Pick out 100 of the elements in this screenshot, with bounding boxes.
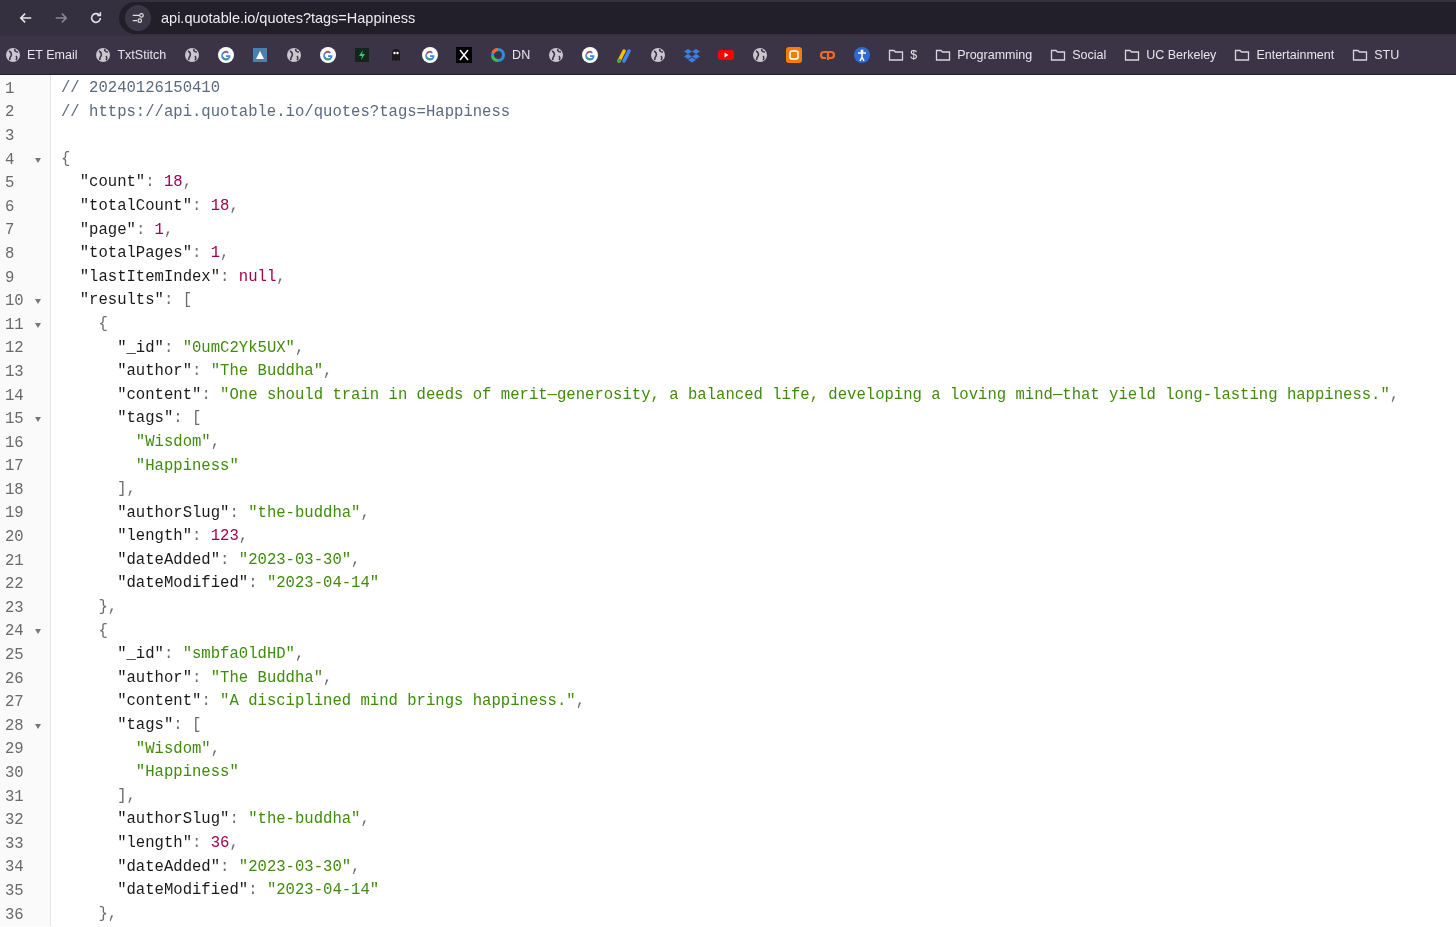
- line-number: 3: [5, 127, 15, 145]
- line-number: 30: [5, 764, 24, 782]
- video-play-icon: [718, 47, 735, 63]
- json-key: "dateModified": [61, 574, 249, 593]
- google-icon: [582, 47, 599, 63]
- folder-icon: [1050, 47, 1067, 63]
- bookmark-folder[interactable]: Social: [1050, 47, 1116, 63]
- json-punctuation: ,: [323, 668, 333, 687]
- json-punctuation: :: [248, 881, 259, 900]
- json-punctuation: :: [135, 220, 147, 239]
- reload-icon[interactable]: [88, 11, 103, 25]
- line-number: 25: [5, 646, 24, 665]
- url-text[interactable]: api.quotable.io/quotes?tags=Happiness: [161, 10, 416, 26]
- blogger-icon: [786, 47, 803, 63]
- bookmark[interactable]: TxtStitch: [95, 47, 176, 63]
- address-bar[interactable]: api.quotable.io/quotes?tags=Happiness: [119, 2, 1456, 34]
- line-number: 15: [5, 410, 24, 429]
- json-punctuation: :: [248, 574, 259, 593]
- json-key: "length": [61, 527, 192, 546]
- json-punctuation: ],: [116, 786, 136, 805]
- json-key: "authorSlug": [61, 810, 230, 829]
- json-key: "content": [61, 692, 202, 711]
- line-number: 26: [5, 669, 24, 688]
- bookmark-folder[interactable]: Programming: [935, 47, 1042, 63]
- site-settings-icon[interactable]: [125, 5, 151, 31]
- line-number: 14: [5, 386, 24, 405]
- json-punctuation: :: [145, 173, 156, 192]
- line-number: 12: [5, 339, 24, 358]
- code-comment: // https://api.quotable.io/quotes?tags=Happiness: [61, 102, 511, 121]
- globe-icon: [95, 47, 112, 63]
- json-punctuation: {: [97, 621, 108, 640]
- json-punctuation: ,: [220, 244, 230, 263]
- fold-triangle-icon[interactable]: [34, 721, 42, 730]
- json-punctuation: ,: [163, 220, 174, 239]
- folder-icon: [888, 47, 905, 63]
- json-punctuation: ,: [1389, 385, 1400, 404]
- json-punctuation: },: [97, 598, 118, 617]
- json-string: "Happiness": [134, 763, 239, 782]
- json-key: "length": [61, 834, 192, 852]
- json-punctuation: :: [220, 857, 231, 876]
- bolt-icon: [354, 47, 371, 63]
- json-punctuation: : [: [163, 291, 192, 310]
- json-punctuation: : [: [173, 409, 202, 428]
- line-number: 32: [5, 811, 24, 830]
- json-punctuation: :: [192, 834, 203, 852]
- line-number: 28: [5, 716, 24, 735]
- json-key: "page": [61, 220, 136, 239]
- bookmark[interactable]: DN: [490, 47, 540, 63]
- google-icon: [422, 47, 439, 63]
- json-punctuation: :: [201, 385, 212, 404]
- json-punctuation: :: [192, 244, 203, 263]
- bookmark-folder[interactable]: Entertainment: [1234, 47, 1344, 63]
- json-punctuation: ,: [294, 338, 305, 357]
- json-punctuation: {: [97, 314, 108, 333]
- bookmark-folder[interactable]: $: [888, 47, 927, 63]
- line-number: 34: [5, 858, 24, 877]
- bookmark-folder[interactable]: UC Berkeley: [1124, 47, 1226, 63]
- fold-triangle-icon[interactable]: [34, 320, 42, 329]
- line-number: 13: [5, 362, 24, 381]
- json-string: "2023-03-30": [238, 550, 352, 569]
- line-number: 35: [5, 882, 24, 900]
- line-number: 5: [5, 174, 15, 193]
- json-key: "totalPages": [61, 244, 192, 263]
- json-punctuation: ,: [182, 173, 193, 192]
- fold-triangle-icon[interactable]: [34, 415, 42, 424]
- json-string: "2023-04-14": [266, 881, 380, 900]
- json-string: "The Buddha": [210, 362, 324, 381]
- fold-triangle-icon[interactable]: [34, 627, 42, 636]
- line-number: 11: [5, 315, 24, 334]
- json-punctuation: :: [163, 338, 175, 357]
- json-punctuation: :: [192, 527, 203, 546]
- json-punctuation: :: [192, 668, 203, 687]
- json-string: "Wisdom": [134, 432, 211, 451]
- json-punctuation: :: [163, 645, 175, 664]
- line-number: 4: [5, 150, 15, 169]
- json-number: 36: [210, 834, 230, 852]
- json-string: "the-buddha": [248, 503, 361, 522]
- fold-triangle-icon[interactable]: [34, 297, 42, 306]
- json-punctuation: ,: [351, 550, 361, 569]
- bookmark[interactable]: ET Email: [5, 47, 87, 63]
- line-number: 10: [5, 292, 24, 311]
- line-number: 19: [5, 504, 24, 523]
- globe-icon: [286, 47, 303, 63]
- json-key: "dateAdded": [61, 550, 221, 569]
- bookmark-folder[interactable]: STU: [1352, 47, 1409, 63]
- folder-icon: [935, 47, 952, 63]
- json-number: 18: [163, 173, 183, 192]
- json-string: "Wisdom": [134, 739, 211, 758]
- back-arrow-icon[interactable]: [18, 11, 33, 25]
- folder-icon: [1352, 47, 1369, 63]
- line-number: 27: [5, 693, 24, 712]
- json-punctuation: :: [220, 550, 231, 569]
- json-punctuation: ,: [323, 362, 333, 381]
- fold-triangle-icon[interactable]: [34, 155, 42, 164]
- json-punctuation: :: [229, 503, 240, 522]
- line-number: 21: [5, 551, 24, 570]
- json-punctuation: ,: [210, 739, 221, 758]
- line-number: 9: [5, 268, 15, 287]
- json-number: 123: [210, 527, 239, 546]
- ring-icon: [490, 47, 507, 63]
